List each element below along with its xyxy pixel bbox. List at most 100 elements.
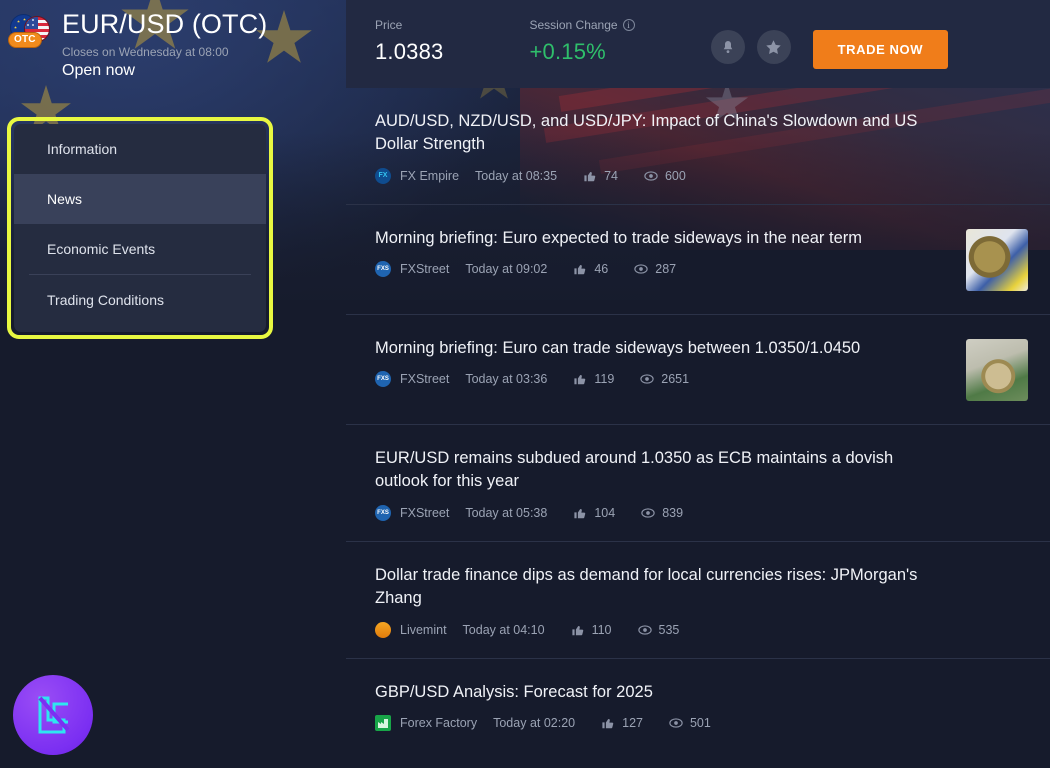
market-status: Open now — [62, 62, 135, 80]
news-title: Morning briefing: Euro expected to trade… — [375, 228, 863, 247]
news-meta: FXS FXStreet Today at 03:36 119 2651 — [375, 371, 948, 388]
news-meta: Forex Factory Today at 02:20 127 501 — [375, 714, 948, 731]
news-timestamp: Today at 05:38 — [465, 505, 548, 520]
lc-monogram-icon — [38, 696, 70, 734]
news-title: Dollar trade finance dips as demand for … — [375, 565, 918, 608]
views-count: 287 — [655, 262, 677, 277]
instrument-header: OTC EUR/USD (OTC) Closes on Wednesday at… — [0, 0, 346, 80]
price-stat: Price 1.0383 — [375, 18, 444, 65]
thumbs-up-icon — [584, 171, 596, 182]
thumbs-up-icon — [574, 375, 586, 385]
fxstreet-source-icon: FXS — [375, 371, 391, 388]
news-item[interactable]: Dollar trade finance dips as demand for … — [346, 540, 1050, 658]
likes-stat: 74 — [583, 169, 618, 183]
news-list[interactable]: AUD/USD, NZD/USD, and USD/JPY: Impact of… — [346, 88, 1050, 768]
right-panel: Price 1.0383 Session Change i +0.15% TRA… — [346, 0, 1050, 768]
news-item[interactable]: AUD/USD, NZD/USD, and USD/JPY: Impact of… — [346, 88, 1050, 204]
bell-icon — [723, 41, 732, 53]
likes-count: 119 — [594, 372, 615, 387]
views-stat: 287 — [634, 262, 676, 276]
sidebar-item-trading-conditions[interactable]: Trading Conditions — [14, 275, 266, 325]
news-item[interactable]: EUR/USD remains subdued around 1.0350 as… — [346, 423, 1050, 541]
views-count: 2651 — [661, 372, 690, 387]
currency-pair-icon: OTC — [6, 12, 54, 56]
session-change-label: Session Change i — [530, 18, 635, 32]
news-source: Livemint — [400, 622, 447, 637]
views-count: 535 — [658, 622, 680, 637]
sidebar-item-economic-events[interactable]: Economic Events — [14, 224, 266, 274]
news-title: AUD/USD, NZD/USD, and USD/JPY: Impact of… — [375, 112, 918, 154]
sidebar-item-news[interactable]: News — [14, 174, 266, 224]
livemint-source-icon — [375, 621, 391, 638]
likes-count: 127 — [622, 715, 643, 730]
likes-stat: 127 — [601, 716, 643, 730]
news-source: FXStreet — [400, 262, 450, 277]
views-stat: 600 — [644, 169, 686, 183]
news-item[interactable]: Morning briefing: Euro can trade sideway… — [346, 313, 1050, 424]
likes-count: 46 — [594, 262, 609, 277]
info-icon[interactable]: i — [622, 19, 635, 31]
fxstreet-source-icon: FXS — [375, 261, 391, 278]
alert-bell-button[interactable] — [710, 30, 745, 64]
news-timestamp: Today at 02:20 — [493, 715, 576, 730]
news-meta: FX FX Empire Today at 08:35 74 600 — [375, 167, 948, 184]
likes-count: 74 — [604, 168, 618, 183]
eye-icon — [669, 718, 683, 728]
likes-stat: 104 — [573, 506, 615, 520]
news-item[interactable]: GBP/USD Analysis: Forecast for 2025 Fore… — [346, 657, 1050, 768]
views-stat: 2651 — [640, 372, 689, 386]
eye-icon — [634, 264, 648, 274]
fxstreet-source-icon: FXS — [375, 504, 391, 521]
header-actions — [710, 30, 791, 64]
news-thumbnail — [966, 228, 1028, 291]
trade-now-button[interactable]: TRADE NOW — [812, 30, 949, 69]
news-source: Forex Factory — [400, 715, 478, 730]
session-change-value: +0.15% — [529, 39, 606, 64]
thumbs-up-icon — [574, 508, 586, 518]
news-meta: FXS FXStreet Today at 09:02 46 287 — [375, 261, 948, 278]
likes-count: 104 — [594, 505, 616, 520]
views-count: 501 — [689, 715, 711, 730]
news-thumbnail — [966, 338, 1028, 401]
likes-count: 110 — [591, 622, 612, 637]
news-title: Morning briefing: Euro can trade sideway… — [375, 338, 861, 357]
views-stat: 535 — [637, 622, 680, 637]
eye-icon — [637, 624, 652, 635]
news-source: FXStreet — [400, 505, 450, 520]
price-value: 1.0383 — [375, 39, 444, 64]
thumbs-up-icon — [602, 718, 614, 729]
views-count: 600 — [664, 168, 686, 183]
news-meta: FXS FXStreet Today at 05:38 104 839 — [375, 504, 948, 521]
thumbs-up-icon — [574, 265, 586, 275]
favorite-star-button[interactable] — [756, 30, 791, 64]
news-title: EUR/USD remains subdued around 1.0350 as… — [375, 448, 894, 491]
eye-icon — [644, 171, 658, 181]
views-count: 839 — [662, 505, 684, 520]
news-item[interactable]: Morning briefing: Euro expected to trade… — [346, 203, 1050, 314]
nav-menu-highlight-box: Information News Economic Events Trading… — [7, 117, 273, 339]
left-panel: OTC EUR/USD (OTC) Closes on Wednesday at… — [0, 0, 346, 768]
views-stat: 839 — [641, 506, 683, 520]
fxempire-source-icon: FX — [375, 167, 391, 184]
market-close-text: Closes on Wednesday at 08:00 — [62, 45, 229, 60]
factory-icon — [378, 718, 388, 728]
likes-stat: 46 — [573, 262, 608, 276]
news-source: FXStreet — [400, 372, 450, 387]
news-title: GBP/USD Analysis: Forecast for 2025 — [375, 682, 653, 701]
news-timestamp: Today at 04:10 — [462, 622, 545, 637]
news-timestamp: Today at 03:36 — [465, 372, 548, 387]
news-timestamp: Today at 08:35 — [475, 168, 558, 183]
price-label: Price — [375, 18, 403, 32]
forexfactory-source-icon — [375, 714, 391, 731]
price-header-bar: Price 1.0383 Session Change i +0.15% TRA… — [346, 0, 1050, 88]
session-change-stat: Session Change i +0.15% — [530, 18, 635, 65]
sidebar-item-information[interactable]: Information — [14, 124, 266, 174]
star-icon — [766, 39, 781, 54]
app-root: OTC EUR/USD (OTC) Closes on Wednesday at… — [0, 0, 1050, 768]
likes-stat: 119 — [573, 372, 614, 386]
eye-icon — [640, 374, 654, 384]
nav-menu: Information News Economic Events Trading… — [14, 124, 266, 332]
thumbs-up-icon — [571, 625, 583, 635]
news-timestamp: Today at 09:02 — [465, 262, 548, 277]
lc-brand-logo-button[interactable] — [13, 675, 93, 755]
